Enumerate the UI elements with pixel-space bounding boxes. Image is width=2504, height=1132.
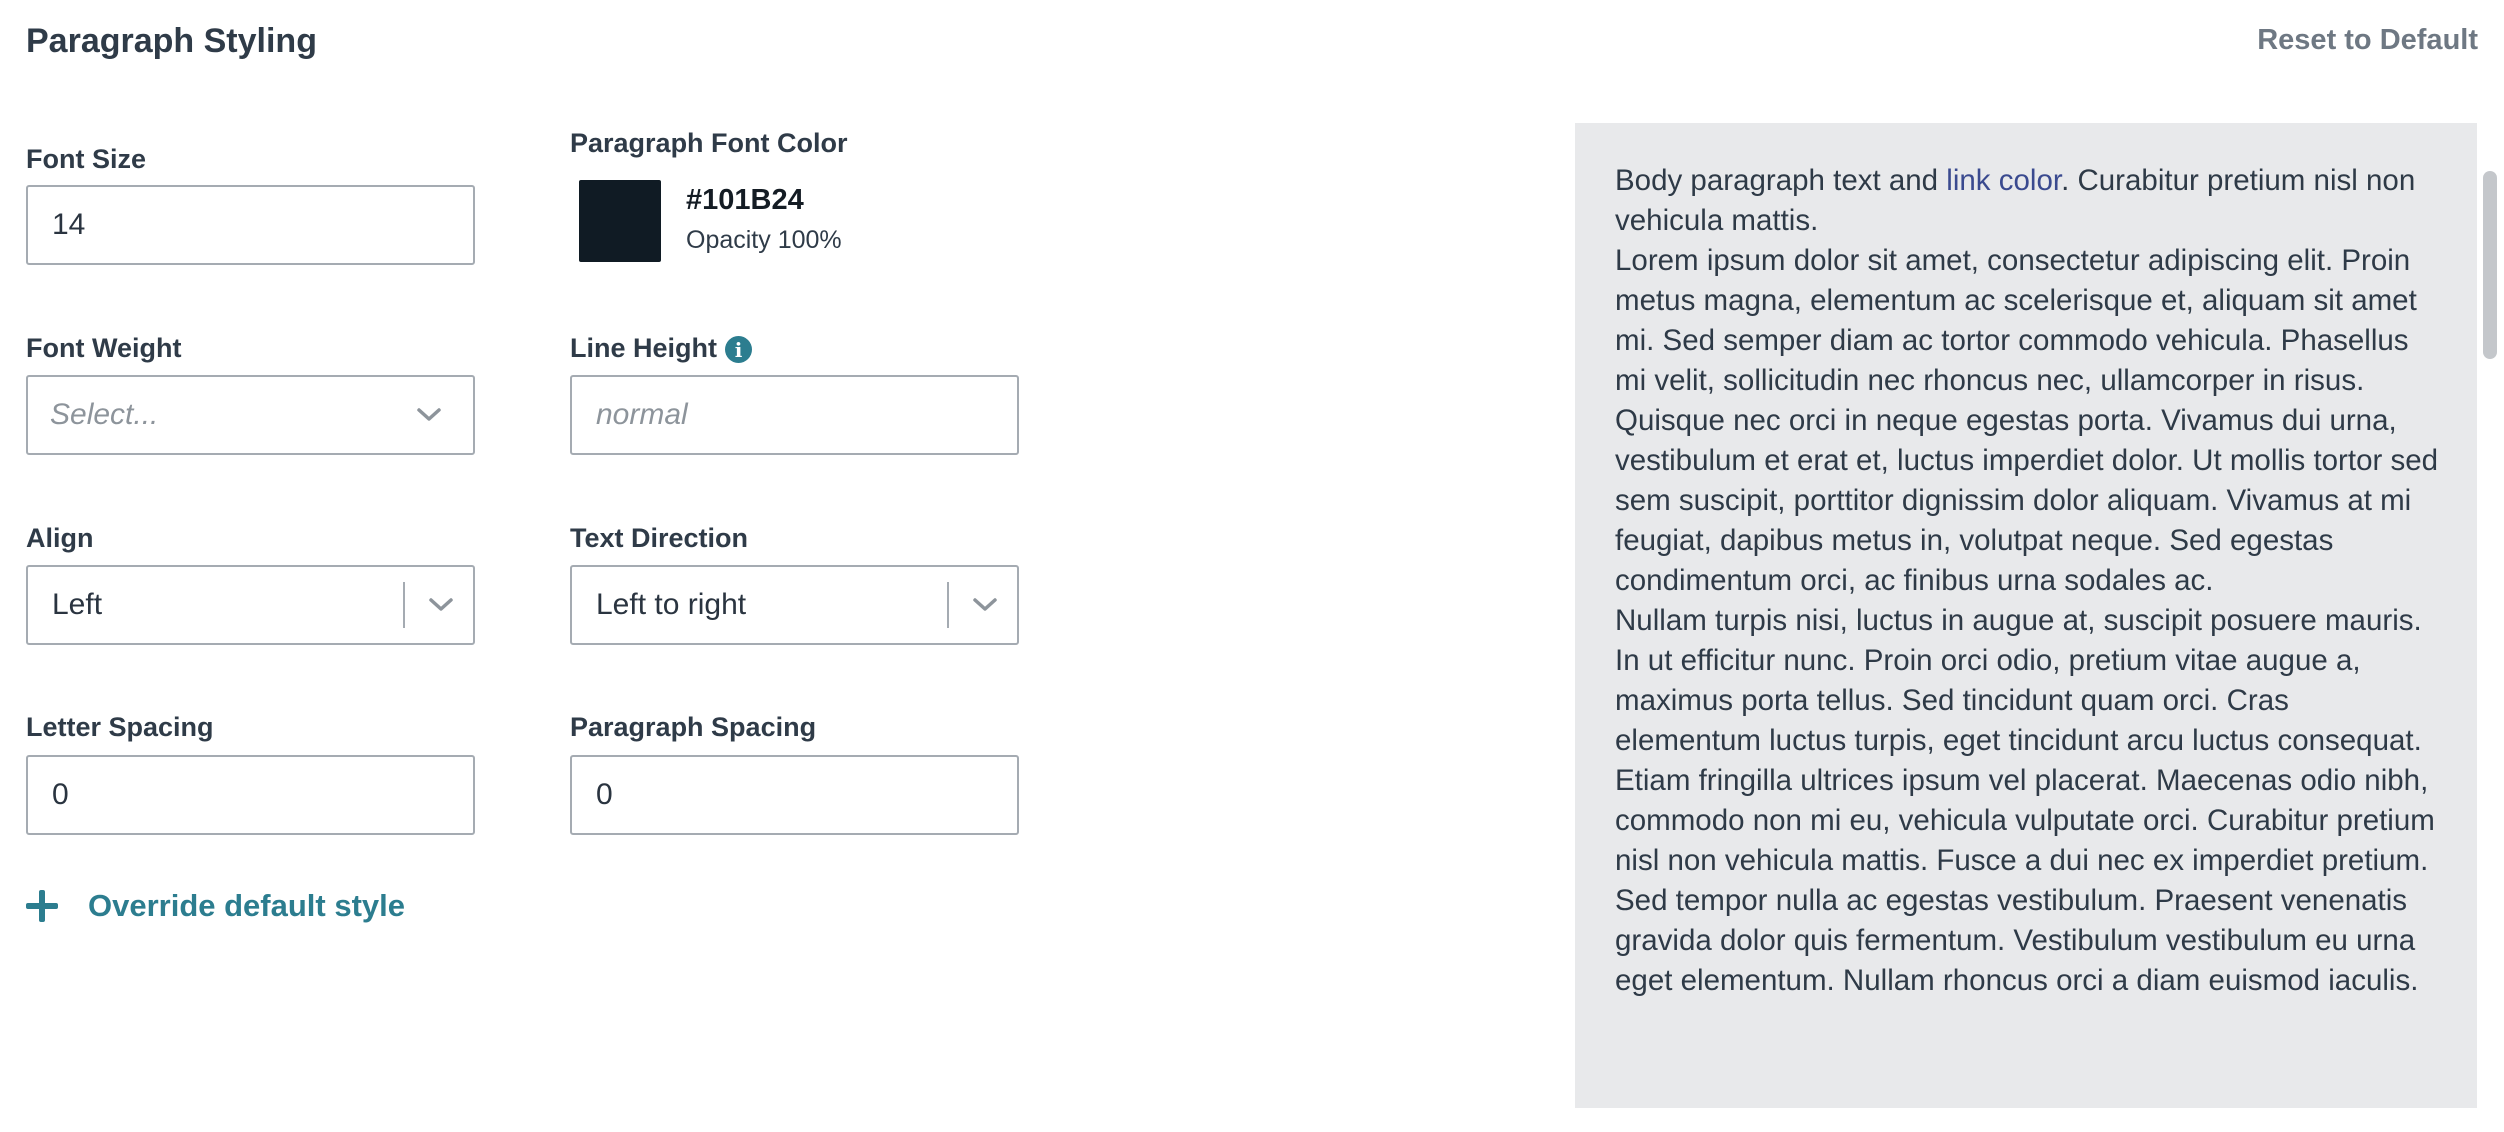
preview-scrollbar[interactable] xyxy=(2477,123,2504,1108)
select-divider xyxy=(403,582,405,628)
preview-paragraph-intro: Body paragraph text and link color. Cura… xyxy=(1615,161,2441,241)
font-weight-label: Font Weight xyxy=(26,333,182,363)
preview-link[interactable]: link color xyxy=(1946,164,2061,197)
preview-text: Body paragraph text and xyxy=(1615,164,1947,197)
chevron-down-icon xyxy=(409,407,449,423)
text-direction-select[interactable]: Left to right xyxy=(570,565,1019,645)
font-size-input[interactable]: 14 xyxy=(26,185,475,265)
paragraph-spacing-label: Paragraph Spacing xyxy=(570,712,817,742)
chevron-down-icon xyxy=(421,597,461,613)
letter-spacing-input[interactable]: 0 xyxy=(26,755,475,835)
line-height-label: Line Height i xyxy=(570,333,752,364)
preview-paragraph: Nullam turpis nisi, luctus in augue at, … xyxy=(1615,604,2435,997)
font-size-label: Font Size xyxy=(26,144,146,174)
page-title: Paragraph Styling xyxy=(26,22,317,60)
align-value: Left xyxy=(52,588,103,621)
font-weight-placeholder: Select... xyxy=(50,398,159,431)
paragraph-spacing-value: 0 xyxy=(596,778,613,811)
reset-to-default-button[interactable]: Reset to Default xyxy=(2257,24,2478,57)
line-height-placeholder: normal xyxy=(596,398,688,431)
paragraph-preview: Body paragraph text and link color. Cura… xyxy=(1575,123,2477,1108)
scrollbar-thumb[interactable] xyxy=(2483,171,2497,359)
chevron-down-icon xyxy=(965,597,1005,613)
preview-paragraph: Lorem ipsum dolor sit amet, consectetur … xyxy=(1615,244,2439,597)
color-opacity-value: Opacity 100% xyxy=(686,226,842,254)
override-default-style-button[interactable]: Override default style xyxy=(26,888,405,924)
align-select[interactable]: Left xyxy=(26,565,475,645)
line-height-input[interactable]: normal xyxy=(570,375,1019,455)
select-divider xyxy=(947,582,949,628)
paragraph-spacing-input[interactable]: 0 xyxy=(570,755,1019,835)
color-hex-value: #101B24 xyxy=(686,184,804,216)
font-size-value: 14 xyxy=(52,208,86,241)
override-default-style-label: Override default style xyxy=(88,888,406,923)
letter-spacing-label: Letter Spacing xyxy=(26,712,214,742)
plus-icon xyxy=(26,890,58,922)
font-color-label: Paragraph Font Color xyxy=(570,128,848,158)
info-icon[interactable]: i xyxy=(725,336,752,364)
text-direction-label: Text Direction xyxy=(570,523,749,553)
font-weight-select[interactable]: Select... xyxy=(26,375,475,455)
color-swatch[interactable] xyxy=(579,180,661,262)
align-label: Align xyxy=(26,523,94,553)
letter-spacing-value: 0 xyxy=(52,778,69,811)
line-height-label-text: Line Height xyxy=(570,333,717,363)
text-direction-value: Left to right xyxy=(596,588,747,621)
